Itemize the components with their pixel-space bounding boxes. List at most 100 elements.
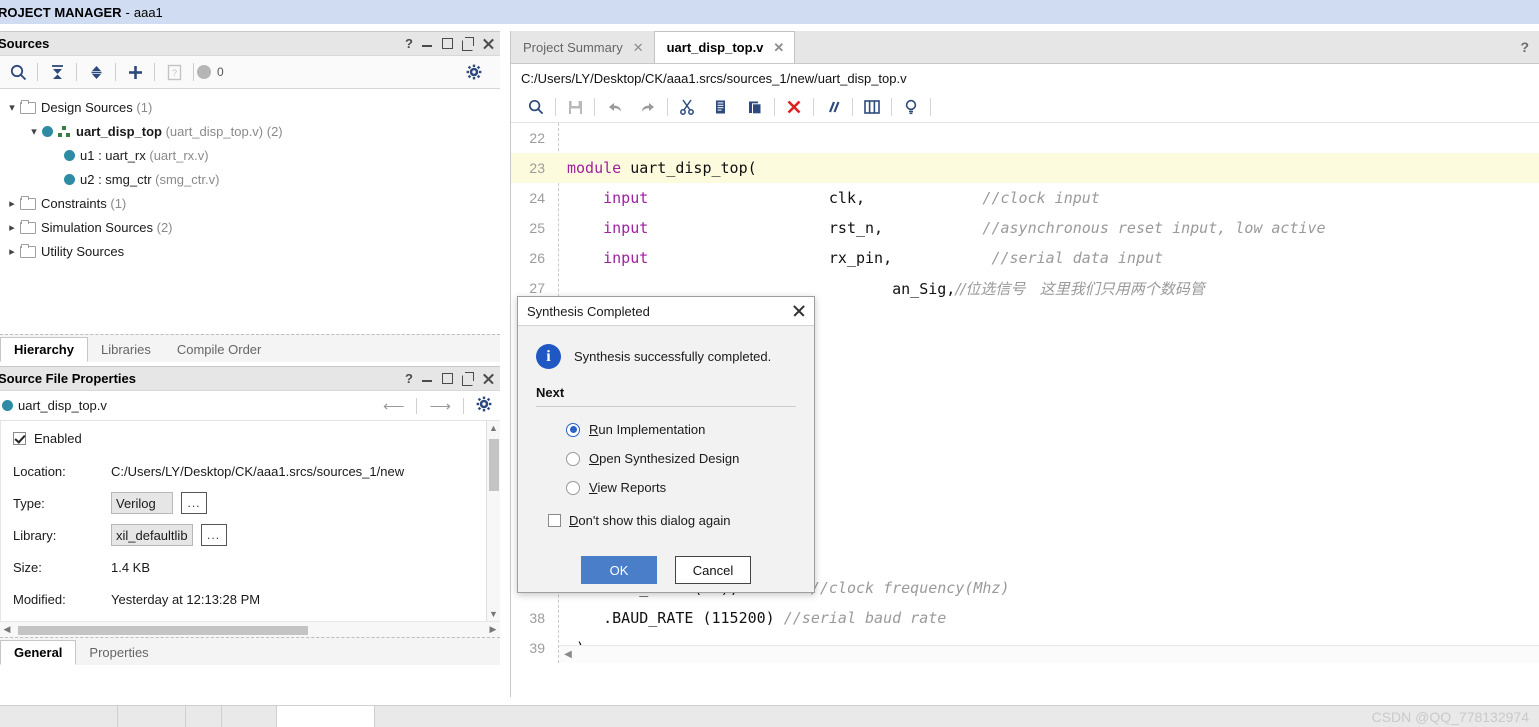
editor-tab-label: uart_disp_top.v (666, 40, 764, 55)
scroll-right-arrow[interactable]: ▶ (486, 624, 500, 635)
expand-chevron-icon[interactable]: ▸ (4, 245, 20, 258)
browse-button[interactable]: ... (181, 492, 207, 514)
scroll-down-arrow[interactable]: ▼ (487, 607, 500, 621)
browse-button[interactable]: ... (200, 524, 227, 546)
code-line[interactable]: 23 module uart_disp_top( (511, 153, 1539, 183)
close-icon[interactable]: ✕ (773, 40, 784, 56)
tree-item[interactable]: u1 : uart_rx (uart_rx.v) (0, 143, 500, 167)
radio-option-view-reports[interactable]: View Reports (536, 473, 796, 502)
editor-tab-uart-disp-top-v[interactable]: uart_disp_top.v ✕ (653, 31, 796, 63)
code-line[interactable]: 38 .BAUD_RATE (115200) //serial baud rat… (511, 603, 1539, 633)
tab-properties[interactable]: Properties (76, 640, 162, 665)
property-input[interactable]: Verilog (111, 492, 173, 514)
close-icon[interactable] (482, 38, 494, 50)
add-sources-icon[interactable] (119, 56, 151, 88)
cancel-button[interactable]: Cancel (675, 556, 751, 584)
properties-tabstrip[interactable]: General Properties (0, 637, 500, 665)
gear-icon[interactable] (458, 56, 490, 88)
scroll-left-arrow[interactable]: ◀ (559, 649, 577, 660)
gear-icon[interactable] (476, 396, 492, 415)
expand-chevron-icon[interactable]: ▾ (26, 125, 42, 138)
editor-tab-project-summary[interactable]: Project Summary ✕ (511, 32, 654, 63)
radio-button[interactable] (566, 451, 580, 466)
delete-icon[interactable] (777, 92, 811, 122)
synthesis-completed-dialog[interactable]: Synthesis Completed i Synthesis successf… (517, 296, 815, 593)
code-line[interactable]: 24 input clk, //clock input (511, 183, 1539, 213)
help-icon[interactable]: ? (1520, 39, 1529, 55)
tree-item[interactable]: ▸ Simulation Sources (2) (0, 215, 500, 239)
toolbar-divider (891, 98, 892, 116)
code-line[interactable]: 22 (511, 123, 1539, 153)
vivado-project-manager-window: ROJECT MANAGER - aaa1 Sources ? ? 0 ▾ De… (0, 0, 1539, 727)
selected-file: uart_disp_top.v (2, 398, 107, 413)
forward-arrow-icon[interactable]: ⟶ (429, 397, 451, 415)
code-token: uart_disp_top( (621, 159, 757, 177)
float-icon[interactable] (462, 37, 474, 51)
help-icon[interactable]: ? (405, 372, 413, 385)
enabled-checkbox[interactable] (13, 431, 26, 445)
scroll-up-arrow[interactable]: ▲ (487, 421, 500, 435)
folder-icon (20, 244, 36, 258)
scroll-left-arrow[interactable]: ◀ (0, 624, 14, 635)
redo-icon[interactable] (631, 92, 665, 122)
expand-chevron-icon[interactable]: ▾ (4, 101, 20, 114)
radio-option-run-implementation[interactable]: Run Implementation (536, 415, 796, 444)
enabled-row[interactable]: Enabled (1, 421, 500, 455)
copy-icon[interactable] (704, 92, 738, 122)
properties-horizontal-scrollbar[interactable]: ◀ ▶ (0, 621, 500, 637)
close-icon[interactable] (482, 373, 494, 385)
tree-item[interactable]: ▾ uart_disp_top (uart_disp_top.v) (2) (0, 119, 500, 143)
dont-show-checkbox[interactable] (548, 513, 561, 527)
editor-tabbar[interactable]: ? Project Summary ✕ uart_disp_top.v ✕ (511, 31, 1539, 64)
maximize-icon[interactable] (442, 38, 453, 49)
maximize-icon[interactable] (442, 373, 453, 384)
tree-item[interactable]: u2 : smg_ctr (smg_ctr.v) (0, 167, 500, 191)
radio-option-open-synthesized-design[interactable]: Open Synthesized Design (536, 444, 796, 473)
code-line[interactable]: 26 input rx_pin, //serial data input (511, 243, 1539, 273)
tab-compile-order[interactable]: Compile Order (163, 337, 275, 362)
save-icon[interactable] (558, 92, 592, 122)
float-icon[interactable] (462, 372, 474, 386)
editor-horizontal-scrollbar[interactable]: ◀ (559, 645, 1539, 663)
tree-item[interactable]: ▸ Constraints (1) (0, 191, 500, 215)
find-icon[interactable] (519, 92, 553, 122)
properties-vertical-scrollbar[interactable]: ▲ ▼ (486, 421, 500, 621)
code-token: input (603, 219, 649, 237)
scroll-thumb[interactable] (489, 439, 499, 491)
radio-button[interactable] (566, 480, 580, 495)
close-icon[interactable]: ✕ (633, 40, 644, 56)
undo-icon[interactable] (597, 92, 631, 122)
close-icon[interactable] (792, 304, 806, 318)
collapse-all-icon[interactable] (41, 56, 73, 88)
sources-tree[interactable]: ▾ Design Sources (1) ▾ uart_disp_top (uart_… (0, 89, 500, 334)
sources-tabstrip[interactable]: Hierarchy Libraries Compile Order (0, 334, 500, 362)
minimize-icon[interactable] (422, 38, 433, 49)
help-icon[interactable]: ? (405, 37, 413, 50)
ok-button[interactable]: OK (581, 556, 657, 584)
scroll-thumb[interactable] (18, 626, 308, 635)
back-arrow-icon[interactable]: ⟵ (383, 397, 405, 415)
columns-icon[interactable] (855, 92, 889, 122)
expand-chevron-icon[interactable]: ▸ (4, 197, 20, 210)
tab-libraries[interactable]: Libraries (87, 337, 164, 362)
property-input[interactable]: xil_defaultlib (111, 524, 193, 546)
dialog-message-row: i Synthesis successfully completed. (536, 344, 796, 369)
tree-item[interactable]: ▸ Utility Sources (0, 239, 500, 263)
next-options-group[interactable]: Run Implementation Open Synthesized Desig… (536, 415, 796, 502)
search-icon[interactable] (2, 56, 34, 88)
tab-general[interactable]: General (0, 640, 77, 665)
cut-icon[interactable] (670, 92, 704, 122)
radio-button[interactable] (566, 422, 580, 437)
expand-chevron-icon[interactable]: ▸ (4, 221, 20, 234)
comment-icon[interactable] (816, 92, 850, 122)
mode-banner: ROJECT MANAGER - aaa1 (0, 0, 1539, 24)
tree-item[interactable]: ▾ Design Sources (1) (0, 95, 500, 119)
bulb-icon[interactable] (894, 92, 928, 122)
tab-hierarchy[interactable]: Hierarchy (0, 337, 88, 362)
minimize-icon[interactable] (422, 373, 433, 384)
expand-all-icon[interactable] (80, 56, 112, 88)
status-bar (0, 705, 1539, 727)
dont-show-again-row[interactable]: Don't show this dialog again (536, 506, 796, 534)
paste-icon[interactable] (738, 92, 772, 122)
code-line[interactable]: 25 input rst_n, //asynchronous reset inp… (511, 213, 1539, 243)
